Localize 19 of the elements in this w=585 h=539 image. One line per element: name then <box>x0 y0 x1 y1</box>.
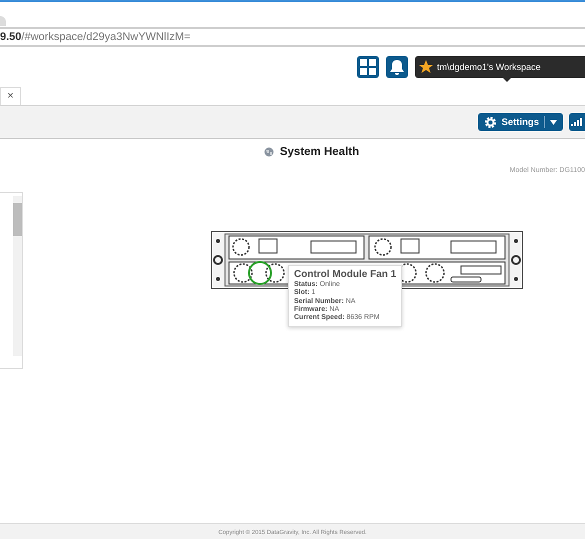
globe-icon <box>264 147 274 157</box>
gear-icon <box>484 116 497 128</box>
tooltip-title: Control Module Fan 1 <box>294 269 396 280</box>
settings-button[interactable]: Settings <box>478 113 563 131</box>
workspace-label: tm\dgdemo1's Workspace <box>437 62 541 72</box>
address-bar[interactable]: 9.50/#workspace/d29ya3NwYWNlIzM= <box>0 27 585 47</box>
close-icon[interactable]: × <box>7 91 14 102</box>
scrollbar[interactable] <box>13 196 22 356</box>
star-icon <box>419 60 433 74</box>
chart-button[interactable] <box>569 113 585 131</box>
url-text: 9.50/#workspace/d29ya3NwYWNlIzM= <box>0 31 190 43</box>
workspace-tab[interactable]: × <box>0 87 21 105</box>
notifications-button[interactable] <box>386 56 408 78</box>
dashboard-button[interactable] <box>357 56 379 78</box>
bar-chart-icon <box>571 117 583 127</box>
panel-title: System Health <box>280 146 360 158</box>
caret-icon <box>550 120 557 124</box>
bell-icon <box>389 58 405 76</box>
grid-icon <box>360 59 376 75</box>
